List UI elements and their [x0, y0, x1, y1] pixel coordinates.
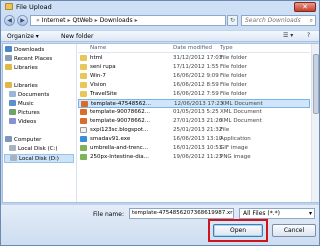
search-input[interactable]: Search Downloads ⌕ — [241, 15, 316, 26]
application-icon — [80, 136, 87, 142]
column-name[interactable]: Name — [90, 45, 106, 51]
file-row-selected[interactable]: template-47548562... 12/06/2013 17:23 XML … — [78, 99, 310, 108]
file-row[interactable]: sxpi123sc.blogspot... 25/01/2013 21:32 Fil… — [78, 126, 310, 135]
close-button[interactable]: ✕ — [294, 2, 316, 12]
folder-icon — [80, 82, 87, 88]
file-row[interactable]: html 31/12/2012 17:03 File folder — [78, 54, 310, 63]
address-row: ◀ ▶ » Internet ▸ QtWeb ▸ Downloads ▸ ↻ Search … — [1, 14, 319, 28]
nav-item-local-disk-c[interactable]: Local Disk (C:) — [9, 145, 58, 154]
refresh-button[interactable]: ↻ — [227, 15, 238, 26]
file-row[interactable]: Win-7 16/06/2012 9:09 File folder — [78, 72, 310, 81]
chevron-down-icon: ▾ — [308, 210, 312, 217]
column-header: Name Date modified Type — [78, 44, 310, 53]
file-type-select[interactable]: All Files (*.*) ▾ — [239, 208, 315, 219]
file-row[interactable]: 250px-Intestine-dia... 19/06/2012 11:23 PN… — [78, 153, 310, 162]
xml-file-icon — [80, 109, 87, 115]
window-title: File Upload — [16, 3, 52, 11]
image-icon — [80, 154, 87, 160]
browser-pane: Downloads Recent Places Libraries Librar… — [2, 43, 319, 203]
forward-button[interactable]: ▶ — [17, 15, 28, 26]
image-icon — [80, 145, 87, 151]
nav-item-documents[interactable]: Documents — [9, 91, 49, 100]
music-icon — [9, 100, 16, 106]
libraries-icon — [5, 82, 12, 88]
cancel-button[interactable]: Cancel — [272, 224, 316, 237]
nav-item-music[interactable]: Music — [9, 100, 34, 109]
title-bar: File Upload ✕ — [1, 1, 319, 13]
nav-item-videos[interactable]: Videos — [9, 118, 36, 127]
navigation-pane: Downloads Recent Places Libraries Librar… — [3, 44, 77, 202]
file-row[interactable]: Vision 16/06/2012 8:59 File folder — [78, 81, 310, 90]
computer-icon — [5, 136, 12, 142]
nav-item-recent-places[interactable]: Recent Places — [5, 55, 52, 64]
address-bar[interactable]: » Internet ▸ QtWeb ▸ Downloads ▸ — [30, 15, 226, 26]
folder-icon — [5, 3, 13, 10]
help-button[interactable]: ? — [307, 32, 310, 39]
breadcrumb-qtweb[interactable]: QtWeb — [73, 17, 93, 24]
back-button[interactable]: ◀ — [4, 15, 15, 26]
command-bar: Organize ▾ New folder ☰ ▾ ? — [1, 30, 319, 42]
file-name-input[interactable]: template-4754856207368619987.xr — [129, 208, 234, 219]
folder-icon — [80, 73, 87, 79]
search-icon[interactable]: ⌕ — [310, 16, 313, 25]
organize-menu[interactable]: Organize ▾ — [7, 33, 39, 40]
breadcrumb-internet[interactable]: Internet — [42, 17, 66, 24]
breadcrumb-downloads[interactable]: Downloads — [100, 17, 133, 24]
documents-icon — [9, 91, 16, 97]
folder-icon — [80, 91, 87, 97]
xml-file-icon — [81, 101, 88, 107]
file-row[interactable]: seni rupa 17/11/2012 1:55 File folder — [78, 63, 310, 72]
pictures-icon — [9, 109, 16, 115]
nav-item-local-disk-d[interactable]: Local Disk (D:) — [4, 154, 74, 163]
open-button[interactable]: Open — [213, 224, 263, 237]
file-row[interactable]: TravelSite 16/06/2012 7:59 File folder — [78, 90, 310, 99]
nav-item-downloads[interactable]: Downloads — [5, 46, 44, 55]
folder-icon — [80, 64, 87, 70]
xml-file-icon — [80, 118, 87, 124]
file-icon — [80, 127, 87, 133]
column-date-modified[interactable]: Date modified — [173, 45, 212, 51]
disk-icon — [10, 155, 17, 161]
videos-icon — [9, 118, 16, 124]
file-row[interactable]: umbrella-and-trenc... 16/01/2013 10:53 GIF… — [78, 144, 310, 153]
nav-item-libraries[interactable]: Libraries — [5, 64, 38, 73]
disk-icon — [9, 145, 16, 151]
recent-places-icon — [5, 55, 12, 61]
file-row[interactable]: smadav91.exe 16/06/2013 13:10 Application — [78, 135, 310, 144]
views-menu[interactable]: ☰ ▾ — [283, 32, 293, 39]
vertical-scrollbar[interactable] — [311, 44, 319, 202]
file-row[interactable]: template-90078662... 01/05/2013 5:25 XML D… — [78, 108, 310, 117]
dialog-footer: File name: template-4754856207368619987.… — [1, 205, 319, 245]
downloads-icon — [5, 46, 12, 52]
file-list: Name Date modified Type html 31/12/2012 1… — [78, 44, 310, 202]
file-name-label: File name: — [93, 211, 124, 218]
file-row[interactable]: template-90078662... 27/01/2013 21:26 XML … — [78, 117, 310, 126]
libraries-icon — [5, 64, 12, 70]
search-placeholder: Search Downloads — [245, 17, 301, 24]
column-type[interactable]: Type — [220, 45, 233, 51]
file-upload-dialog: File Upload ✕ ◀ ▶ » Internet ▸ QtWeb ▸ Downlo… — [0, 0, 320, 246]
new-folder-button[interactable]: New folder — [61, 33, 93, 40]
nav-item-computer[interactable]: Computer — [5, 136, 41, 145]
nav-item-pictures[interactable]: Pictures — [9, 109, 40, 118]
scrollbar-thumb[interactable] — [313, 54, 319, 114]
folder-icon — [80, 55, 87, 61]
nav-group-libraries[interactable]: Libraries — [5, 82, 38, 91]
